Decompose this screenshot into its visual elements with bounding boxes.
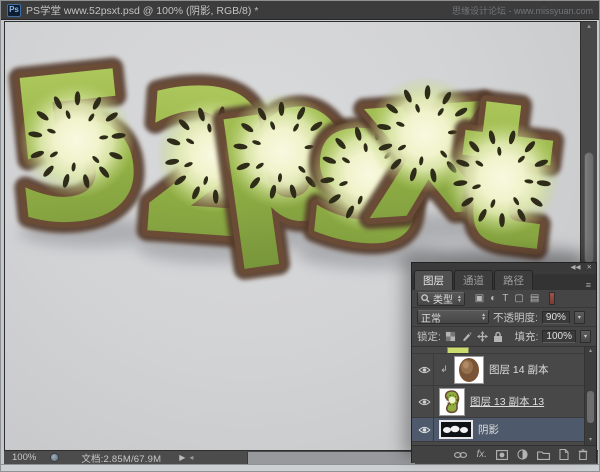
zoom-level-field[interactable]: 100% (12, 452, 36, 463)
tab-layers[interactable]: 图层 (414, 270, 453, 290)
opacity-value-field[interactable]: 90% (542, 311, 570, 324)
filter-on-off-toggle[interactable] (549, 292, 555, 305)
filter-shape-layers-icon[interactable]: ▢ (514, 293, 523, 304)
panel-menu-icon[interactable]: ≡ (586, 280, 596, 290)
layer-filter-row: 类型 ▴▾ ▣ ◐ T ▢ ▤ (412, 290, 596, 308)
fill-value-field[interactable]: 100% (542, 330, 576, 343)
layer-style-fx-icon[interactable]: fx. (476, 449, 487, 460)
layers-list: ↲ 图层 14 副本 (412, 347, 596, 445)
layer-name[interactable]: 阴影 (478, 422, 499, 437)
search-icon (421, 294, 430, 303)
status-tick-icon: ◂ (189, 453, 193, 462)
partial-layer-thumbnail (447, 347, 469, 353)
layers-panel-bottom-bar: fx. (412, 445, 596, 463)
layer-thumbnail[interactable] (439, 388, 465, 416)
lock-pixels-brush-icon[interactable] (461, 331, 472, 342)
filter-pixel-layers-icon[interactable]: ▣ (475, 293, 484, 304)
panel-collapse-icon[interactable]: ◀◀ (571, 265, 581, 272)
layers-scrollbar-thumb[interactable] (587, 391, 594, 423)
layer-row[interactable]: 图层 13 副本 13 (412, 386, 596, 418)
lock-all-padlock-icon[interactable] (493, 331, 503, 343)
lock-transparency-icon[interactable] (445, 331, 456, 342)
lock-icons (445, 331, 503, 343)
blend-mode-row: 正常 ▴▾ 不透明度: 90% ▾ (412, 308, 596, 327)
layers-list-scrollbar[interactable]: ▴ ▾ (584, 347, 596, 445)
clipping-mask-arrow-icon: ↲ (439, 364, 449, 375)
new-layer-icon[interactable] (559, 449, 569, 460)
fill-label: 填充: (515, 329, 539, 344)
filter-smart-object-icon[interactable]: ▤ (530, 293, 539, 304)
scroll-up-icon[interactable]: ▴ (585, 347, 596, 356)
layer-row-partial[interactable] (412, 347, 596, 354)
tab-paths[interactable]: 路径 (494, 270, 533, 290)
canvas-vertical-scrollbar[interactable]: ▴ (580, 21, 597, 263)
status-badge-icon (50, 453, 59, 462)
new-adjustment-layer-icon[interactable] (517, 449, 528, 460)
scroll-down-icon[interactable]: ▾ (585, 436, 596, 445)
layer-row-selected[interactable]: 阴影 (412, 418, 596, 442)
photoshop-document-window: Ps PS学堂 www.52psxt.psd @ 100% (阴影, RGB/8… (0, 0, 600, 472)
scroll-up-icon[interactable]: ▴ (581, 22, 597, 32)
select-arrows-icon: ▴▾ (458, 295, 461, 303)
filter-kind-select[interactable]: 类型 ▴▾ (417, 292, 465, 306)
link-layers-icon[interactable] (454, 451, 467, 459)
window-bottom-edge (1, 464, 600, 472)
blend-mode-value: 正常 (421, 310, 441, 325)
layer-thumbnail[interactable] (454, 356, 484, 384)
filter-type-layers-icon[interactable]: T (502, 293, 508, 304)
fill-dropdown-icon[interactable]: ▾ (580, 330, 591, 343)
layer-row[interactable]: ↲ 图层 14 副本 (412, 354, 596, 386)
watermark-text: 思缘设计论坛 - www.missyuan.com (452, 4, 593, 17)
tab-channels[interactable]: 通道 (454, 270, 493, 290)
delete-layer-trash-icon[interactable] (578, 449, 588, 460)
layer-name[interactable]: 图层 14 副本 (489, 362, 549, 377)
filter-kind-label: 类型 (433, 291, 453, 306)
visibility-eye-icon[interactable] (416, 354, 434, 385)
filter-type-icons: ▣ ◐ T ▢ ▤ (475, 293, 540, 304)
visibility-eye-icon[interactable] (416, 418, 434, 441)
photoshop-app-icon: Ps (7, 4, 21, 17)
lock-label: 锁定: (417, 329, 441, 344)
opacity-dropdown-icon[interactable]: ▾ (574, 311, 585, 324)
layer-name[interactable]: 图层 13 副本 13 (470, 394, 544, 409)
add-layer-mask-icon[interactable] (496, 450, 508, 460)
panel-close-icon[interactable]: ✕ (587, 265, 592, 272)
vertical-scrollbar-thumb[interactable] (584, 152, 594, 264)
document-size-info: 文档:2.85M/67.9M (81, 451, 161, 465)
select-arrows-icon: ▴▾ (482, 313, 485, 321)
panel-tabs: 图层 通道 路径 ≡ (412, 274, 596, 290)
lock-row: 锁定: 填充: 100% ▾ (412, 327, 596, 347)
document-title: PS学堂 www.52psxt.psd @ 100% (阴影, RGB/8) * (26, 3, 258, 18)
new-group-folder-icon[interactable] (537, 450, 550, 460)
filter-adjustment-layers-icon[interactable]: ◐ (490, 293, 496, 304)
status-menu-arrow-icon[interactable]: ▶ (179, 453, 185, 462)
layer-thumbnail[interactable] (439, 420, 473, 439)
lock-position-move-icon[interactable] (477, 331, 488, 342)
title-bar[interactable]: Ps PS学堂 www.52psxt.psd @ 100% (阴影, RGB/8… (1, 1, 600, 20)
blend-mode-select[interactable]: 正常 ▴▾ (417, 310, 489, 324)
visibility-eye-icon[interactable] (416, 386, 434, 417)
opacity-label: 不透明度: (493, 310, 538, 325)
status-bar-right-segment (247, 452, 415, 464)
layers-panel: ◀◀ ✕ 图层 通道 路径 ≡ 类型 ▴▾ ▣ ◐ T ▢ ▤ (411, 262, 597, 463)
